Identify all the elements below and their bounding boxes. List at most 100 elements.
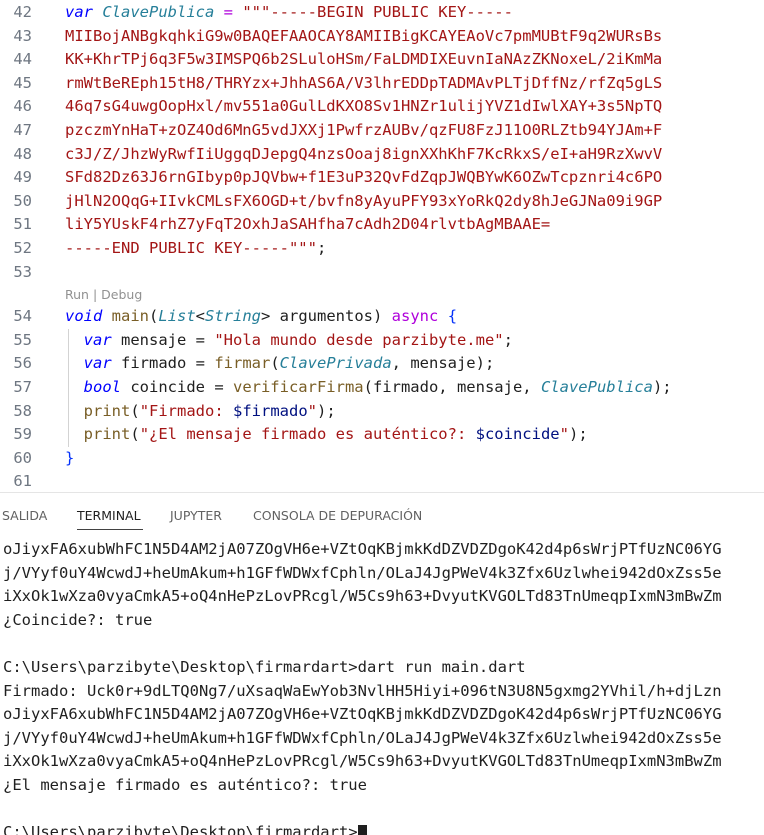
code-token: var: [65, 3, 93, 21]
code-line[interactable]: 56 var firmado = firmar(ClavePrivada, me…: [0, 352, 764, 376]
code-line[interactable]: 53: [0, 261, 764, 285]
code-line[interactable]: 59 print("¿El mensaje firmado es auténti…: [0, 423, 764, 447]
debug-codelens-link[interactable]: Debug: [101, 287, 142, 302]
code-token: verificarFirma: [232, 378, 364, 396]
panel-tab-terminal[interactable]: TERMINAL: [77, 508, 141, 523]
code-token: bool: [83, 378, 121, 396]
terminal-line: oJiyxFA6xubWhFC1N5D4AM2jA07ZOgVH6e+VZtOq…: [3, 538, 764, 562]
code-token: );: [652, 378, 672, 396]
terminal-line: ¿El mensaje firmado es auténtico?: true: [3, 774, 764, 798]
code-token: "¿El mensaje firmado es auténtico?:: [139, 425, 476, 444]
code-token: (: [130, 401, 140, 420]
code-token: (: [149, 307, 159, 326]
terminal-line-text: Firmado: Uck0r+9dLTQ0Ng7/uXsaqWaEwYob3Nv…: [3, 681, 722, 700]
panel-tab-jupyter[interactable]: JUPYTER: [170, 508, 222, 523]
code-line[interactable]: 52 -----END PUBLIC KEY-----""";: [0, 237, 764, 261]
code-line[interactable]: 42 var ClavePublica = """-----BEGIN PUBLI…: [0, 1, 764, 25]
line-content: void main(List<String> argumentos) async…: [65, 305, 457, 329]
code-token: KK+KhrTPj6q3F5w3IMSPQ6b2SLuloHSm/FaLDMDI…: [65, 50, 663, 69]
code-line[interactable]: 58 print("Firmado: $firmado");: [0, 400, 764, 424]
line-content: 46q7sG4uwgOopHxl/mv551a0GulLdKXO8Sv1HNZr…: [65, 95, 662, 119]
code-token: );: [568, 425, 588, 444]
code-token: }: [65, 448, 75, 467]
terminal-line-text: j/VYyf0uY4WcwdJ+heUmAkum+h1GFfWDWxfCphln…: [3, 728, 722, 747]
run-codelens-link[interactable]: Run: [65, 287, 89, 302]
line-content: MIIBojANBgkqhkiG9w0BAQEFAAOCAY8AMIIBigKC…: [65, 25, 662, 49]
code-token: void: [65, 307, 103, 326]
line-number: 51: [13, 215, 32, 234]
code-token: liY5YUskF4rhZ7yFqT2OxhJaSAHfha7cAdh2D04r…: [65, 215, 551, 234]
terminal-output[interactable]: oJiyxFA6xubWhFC1N5D4AM2jA07ZOgVH6e+VZtOq…: [3, 538, 764, 835]
code-line[interactable]: 47 pzczmYnHaT+zOZ4Od6MnG5vdJXXj1PwfrzAUBv…: [0, 119, 764, 143]
line-content: KK+KhrTPj6q3F5w3IMSPQ6b2SLuloHSm/FaLDMDI…: [65, 48, 662, 72]
line-number: 61: [13, 472, 32, 491]
terminal-line: Firmado: Uck0r+9dLTQ0Ng7/uXsaqWaEwYob3Nv…: [3, 680, 764, 704]
code-line[interactable]: 55 var mensaje = "Hola mundo desde parzi…: [0, 329, 764, 353]
line-number: 47: [13, 121, 32, 139]
code-line[interactable]: 44 KK+KhrTPj6q3F5w3IMSPQ6b2SLuloHSm/FaLDM…: [0, 48, 764, 72]
code-line[interactable]: 61: [0, 470, 764, 492]
code-editor[interactable]: 42 var ClavePublica = """-----BEGIN PUBLI…: [0, 0, 764, 492]
code-token: ;: [503, 330, 513, 349]
code-line[interactable]: 50 jHlN2OQqG+IIvkCMLsFX6OGD+t/bvfn8yAyuPF…: [0, 190, 764, 214]
code-token: =: [214, 3, 243, 21]
terminal-line-text: iXxOk1wXza0vyaCmkA5+oQ4nHePzLovPRcgl/W5C…: [3, 752, 722, 771]
code-token: (: [130, 425, 140, 444]
panel-tab-salida[interactable]: SALIDA: [2, 508, 47, 523]
bottom-panel: SALIDA TERMINAL JUPYTER CONSOLA DE DEPURACI…: [0, 492, 764, 835]
code-token: (: [270, 354, 280, 373]
code-line[interactable]: 46 46q7sG4uwgOopHxl/mv551a0GulLdKXO8Sv1HN…: [0, 95, 764, 119]
line-number: 46: [13, 97, 32, 116]
code-token: $coincide: [475, 425, 560, 444]
code-token: );: [317, 401, 336, 420]
code-token: ": [307, 401, 318, 420]
code-token: -----END PUBLIC KEY-----""": [65, 239, 317, 257]
line-number: 60: [13, 448, 32, 467]
code-token: String: [205, 307, 262, 326]
terminal-line-text: j/VYyf0uY4WcwdJ+heUmAkum+h1GFfWDWxfCphln…: [3, 563, 722, 582]
line-number: 49: [13, 168, 32, 187]
code-line[interactable]: 43 MIIBojANBgkqhkiG9w0BAQEFAAOCAY8AMIIBig…: [0, 25, 764, 49]
code-token: jHlN2OQqG+IIvkCMLsFX6OGD+t/bvfn8yAyuPFY9…: [65, 191, 663, 210]
line-content: bool coincide = verificarFirma(firmado, …: [65, 376, 672, 400]
panel-tab-consola-de-depuraci-n[interactable]: CONSOLA DE DEPURACIÓN: [253, 508, 422, 523]
line-content: liY5YUskF4rhZ7yFqT2OxhJaSAHfha7cAdh2D04r…: [65, 213, 550, 237]
code-line[interactable]: 57 bool coincide = verificarFirma(firmad…: [0, 376, 764, 400]
code-line[interactable]: 45 rmWtBeREph15tH8/THRYzx+JhhAS6A/V3lhrED…: [0, 72, 764, 96]
code-token: pzczmYnHaT+zOZ4Od6MnG5vdJXXj1PwfrzAUBv/q…: [65, 121, 663, 139]
line-content: SFd82Dz63J6rnGIbyp0pJQVbw+f1E3uP32QvFdZq…: [65, 166, 662, 190]
terminal-line: j/VYyf0uY4WcwdJ+heUmAkum+h1GFfWDWxfCphln…: [3, 562, 764, 586]
terminal-line-text: iXxOk1wXza0vyaCmkA5+oQ4nHePzLovPRcgl/W5C…: [3, 587, 722, 606]
terminal-line: j/VYyf0uY4WcwdJ+heUmAkum+h1GFfWDWxfCphln…: [3, 727, 764, 751]
line-number: 45: [13, 73, 32, 92]
code-line[interactable]: 51 liY5YUskF4rhZ7yFqT2OxhJaSAHfha7cAdh2D0…: [0, 213, 764, 237]
line-number: 54: [13, 307, 32, 326]
code-token: "Hola mundo desde parzibyte.me": [214, 330, 504, 349]
terminal-line: C:\Users\parzibyte\Desktop\firmardart>da…: [3, 656, 764, 680]
line-number: 55: [13, 330, 32, 349]
code-token: var: [83, 354, 112, 373]
line-content: }: [65, 447, 74, 471]
terminal-line: oJiyxFA6xubWhFC1N5D4AM2jA07ZOgVH6e+VZtOq…: [3, 703, 764, 727]
line-number: 50: [13, 191, 32, 210]
code-token: ClavePublica: [102, 3, 215, 21]
code-token: 46q7sG4uwgOopHxl/mv551a0GulLdKXO8Sv1HNZr…: [65, 97, 663, 116]
panel-tabs: SALIDA TERMINAL JUPYTER CONSOLA DE DEPURACI…: [0, 493, 764, 533]
terminal-line: C:\Users\parzibyte\Desktop\firmardart>: [3, 821, 764, 835]
code-line[interactable]: 54 void main(List<String> argumentos) asy…: [0, 305, 764, 329]
code-line[interactable]: 60}: [0, 447, 764, 471]
terminal-line-text: oJiyxFA6xubWhFC1N5D4AM2jA07ZOgVH6e+VZtOq…: [3, 540, 722, 558]
code-token: async: [391, 307, 439, 326]
terminal-cursor: [357, 824, 367, 835]
line-content: var ClavePublica = """-----BEGIN PUBLIC …: [65, 1, 513, 25]
code-line[interactable]: 48 c3J/Z/JhzWyRwfIiUggqDJepgQ4nzsOoaj8ign…: [0, 143, 764, 167]
code-token: print: [83, 401, 131, 420]
code-token: SFd82Dz63J6rnGIbyp0pJQVbw+f1E3uP32QvFdZq…: [65, 168, 663, 187]
code-line[interactable]: 49 SFd82Dz63J6rnGIbyp0pJQVbw+f1E3uP32QvFd…: [0, 166, 764, 190]
code-token: "Firmado:: [139, 401, 234, 420]
code-token: $firmado: [233, 401, 308, 420]
line-content: print("¿El mensaje firmado es auténtico?…: [65, 423, 588, 447]
